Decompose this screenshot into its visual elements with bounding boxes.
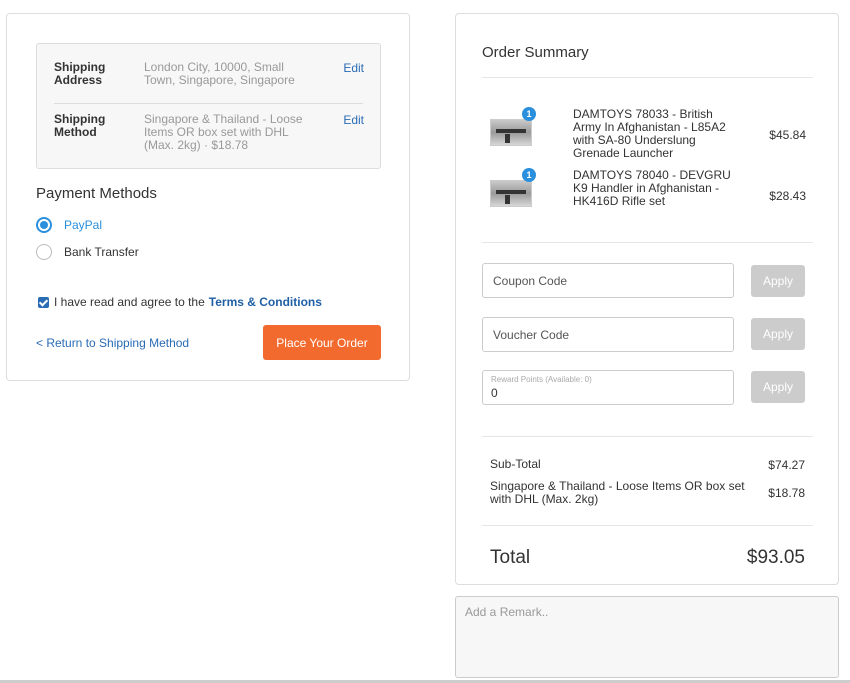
reward-points-input[interactable] [491,386,721,400]
terms-link[interactable]: Terms & Conditions [209,295,322,309]
reward-points-field[interactable]: Reward Points (Available: 0) [482,370,734,405]
checkout-panel: Shipping Address London City, 10000, Sma… [6,13,410,381]
apply-reward-button[interactable]: Apply [751,371,805,403]
shipping-method-value: Singapore & Thailand - Loose Items OR bo… [144,112,303,152]
divider [482,436,813,437]
subtotal-value: $74.27 [768,458,805,472]
rifle-icon [490,119,532,146]
divider [482,77,813,78]
radio-bank-transfer[interactable] [36,244,52,260]
remark-textarea[interactable] [455,596,839,678]
shipping-address-value: London City, 10000, Small Town, Singapor… [144,60,295,87]
quantity-badge: 1 [522,168,536,182]
item-name: DAMTOYS 78033 - British Army In Afghanis… [573,107,726,160]
total-label: Total [490,547,531,568]
payment-option-label: Bank Transfer [64,245,139,259]
apply-coupon-button[interactable]: Apply [751,265,805,297]
terms-agreement: I have read and agree to the Terms & Con… [38,295,322,309]
info-divider [54,103,363,104]
shipping-info-box: Shipping Address London City, 10000, Sma… [36,43,381,169]
shipping-method-label: Shipping Method [54,112,106,139]
payment-option-bank-transfer[interactable]: Bank Transfer [36,244,139,260]
voucher-code-input[interactable] [482,317,734,352]
edit-address-link[interactable]: Edit [343,61,364,75]
item-name: DAMTOYS 78040 - DEVGRU K9 Handler in Afg… [573,168,731,208]
return-to-shipping-link[interactable]: < Return to Shipping Method [36,336,189,350]
quantity-badge: 1 [522,107,536,121]
reward-points-label: Reward Points (Available: 0) [491,375,592,384]
terms-checkbox[interactable] [38,296,49,308]
payment-methods-title: Payment Methods [36,185,157,202]
coupon-code-input[interactable] [482,263,734,298]
rifle-icon [490,180,532,207]
item-price: $28.43 [769,189,806,203]
total-value: $93.05 [746,547,805,568]
place-order-button[interactable]: Place Your Order [263,325,381,360]
item-price: $45.84 [769,128,806,142]
divider [482,525,813,526]
payment-option-paypal[interactable]: PayPal [36,217,102,233]
order-summary-panel: Order Summary 1 DAMTOYS 78033 - British … [455,13,839,585]
subtotal-label: Sub-Total [490,457,541,471]
agree-text: I have read and agree to the [54,295,205,309]
shipping-address-label: Shipping Address [54,60,106,87]
edit-method-link[interactable]: Edit [343,113,364,127]
shipping-cost-value: $18.78 [768,486,805,500]
divider [482,242,813,243]
payment-option-label: PayPal [64,218,103,232]
radio-paypal[interactable] [36,217,52,233]
shipping-cost-label: Singapore & Thailand - Loose Items OR bo… [490,479,745,506]
apply-voucher-button[interactable]: Apply [751,318,805,350]
order-summary-title: Order Summary [482,44,589,61]
